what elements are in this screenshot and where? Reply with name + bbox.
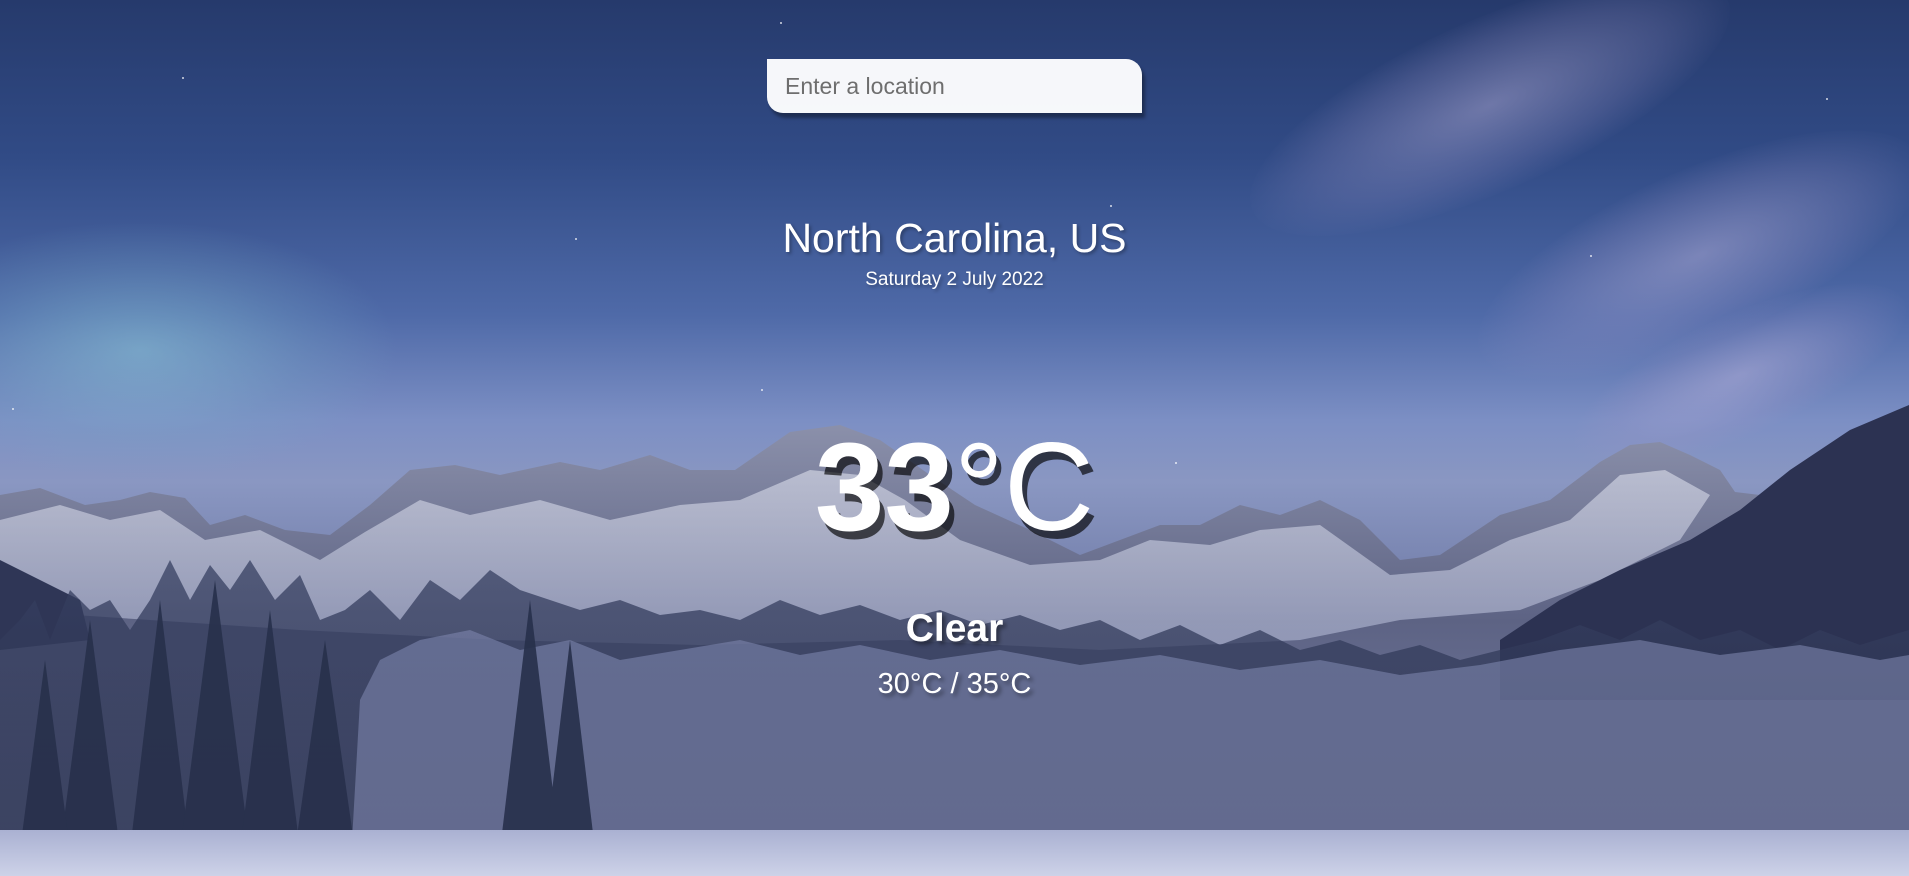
snow-ground (0, 830, 1909, 876)
temperature-display: 33°C (0, 420, 1909, 555)
location-info: North Carolina, US Saturday 2 July 2022 (0, 210, 1909, 294)
weather-app: North Carolina, US Saturday 2 July 2022 … (0, 0, 1909, 876)
temperature-unit: °C (953, 418, 1095, 557)
temperature-value: 33 (814, 418, 954, 557)
current-date: Saturday 2 July 2022 (865, 269, 1044, 290)
weather-condition: Clear (905, 607, 1004, 650)
weather-info: Clear 30°C / 35°C (0, 603, 1909, 703)
search-box (767, 59, 1142, 113)
location-name: North Carolina, US (782, 215, 1127, 261)
temperature-range: 30°C / 35°C (877, 668, 1032, 700)
location-search-input[interactable] (767, 59, 1142, 113)
